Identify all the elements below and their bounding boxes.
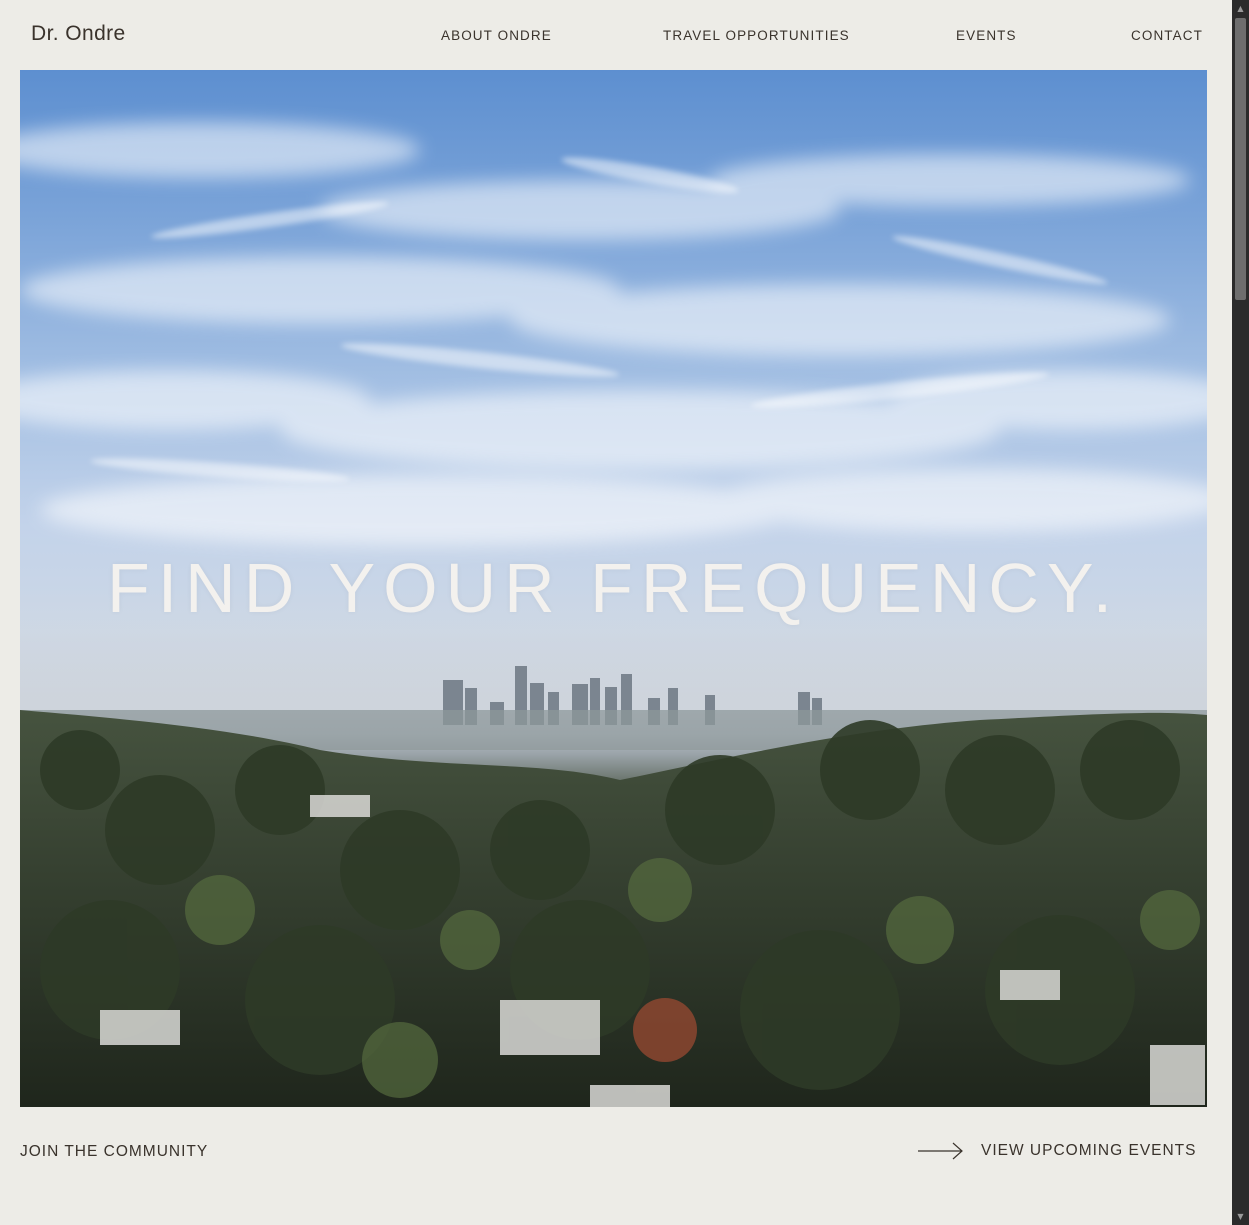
view-upcoming-events-link[interactable]: VIEW UPCOMING EVENTS xyxy=(918,1140,1197,1162)
scrollbar-thumb[interactable] xyxy=(1235,18,1246,300)
nav-events[interactable]: EVENTS xyxy=(956,28,1017,43)
vertical-scrollbar[interactable]: ▲ ▼ xyxy=(1232,0,1249,1225)
page: Dr. Ondre ABOUT ONDRE TRAVEL OPPORTUNITI… xyxy=(0,0,1249,1225)
scroll-up-icon[interactable]: ▲ xyxy=(1232,0,1249,17)
view-upcoming-events-label: VIEW UPCOMING EVENTS xyxy=(981,1142,1197,1159)
join-community-link[interactable]: JOIN THE COMMUNITY xyxy=(20,1143,208,1161)
site-header: Dr. Ondre ABOUT ONDRE TRAVEL OPPORTUNITI… xyxy=(0,0,1232,70)
arrow-right-icon xyxy=(918,1142,963,1160)
nav-contact[interactable]: CONTACT xyxy=(1131,28,1203,43)
hero-title: FIND YOUR FREQUENCY. xyxy=(106,549,1121,627)
scroll-down-icon[interactable]: ▼ xyxy=(1232,1208,1249,1225)
site-logo[interactable]: Dr. Ondre xyxy=(31,22,126,46)
nav-travel-opportunities[interactable]: TRAVEL OPPORTUNITIES xyxy=(663,28,850,43)
hero-video[interactable]: FIND YOUR FREQUENCY. xyxy=(20,70,1207,1107)
nav-about-ondre[interactable]: ABOUT ONDRE xyxy=(441,28,552,43)
